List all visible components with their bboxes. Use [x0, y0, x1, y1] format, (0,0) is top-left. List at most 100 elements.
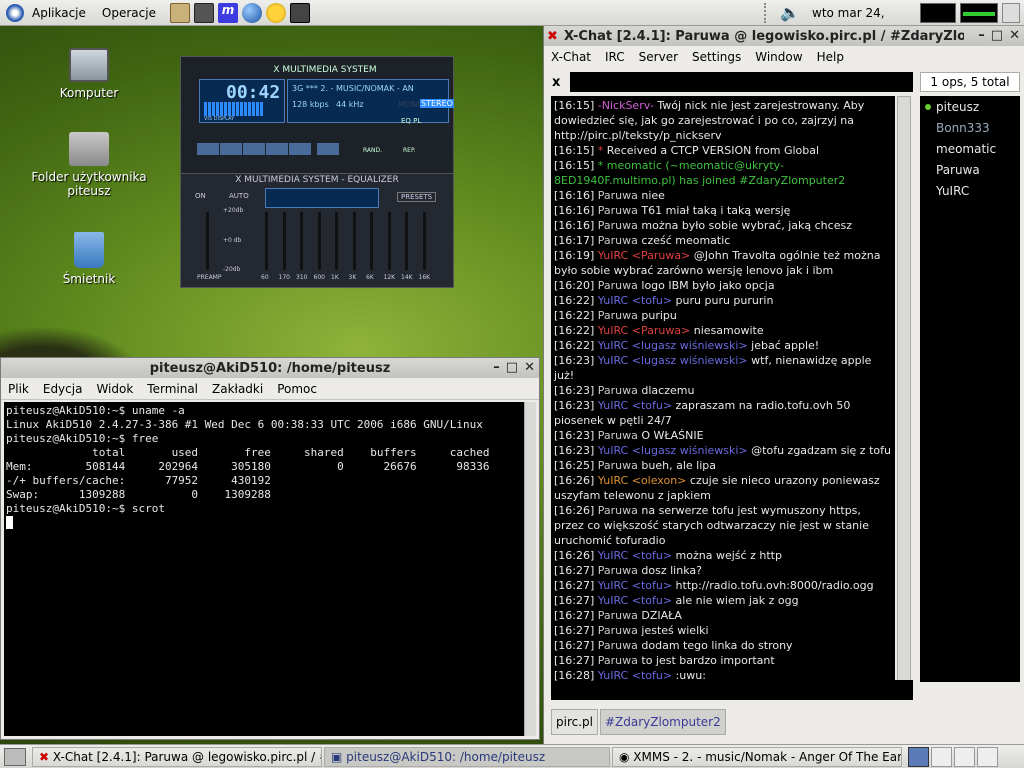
minimize-icon[interactable]: –	[493, 360, 500, 375]
eq-on-toggle[interactable]: ON	[195, 192, 206, 200]
message-time: [16:15]	[554, 159, 598, 172]
user-item[interactable]: Bonn333	[922, 119, 1018, 140]
user-item[interactable]: meomatic	[922, 140, 1018, 161]
places-menu[interactable]: Operacje	[94, 6, 164, 20]
nick-button[interactable]: Paruwa	[552, 683, 596, 697]
eq-band-label: 6K	[366, 274, 374, 281]
user-item[interactable]: piteusz	[922, 98, 1018, 119]
eq-band-slider[interactable]	[370, 212, 373, 270]
text-editor-launcher-icon[interactable]	[169, 2, 190, 23]
chat-message: [16:27] Paruwa to jest bardzo important	[554, 653, 892, 668]
prev-button[interactable]	[197, 143, 219, 155]
eq-band-slider[interactable]	[352, 212, 356, 270]
user-item[interactable]: YuIRC	[922, 182, 1018, 203]
menu-edycja[interactable]: Edycja	[36, 382, 90, 396]
user-list[interactable]: piteusz Bonn333 meomatic Paruwa YuIRC	[920, 96, 1020, 682]
xchat-icon: ✖	[39, 749, 53, 764]
eq-band-slider[interactable]	[387, 212, 391, 270]
chat-message: [16:27] YuIRC <tofu> http://radio.tofu.o…	[554, 578, 892, 593]
repeat-button[interactable]: REP.	[403, 147, 416, 154]
eject-button[interactable]	[317, 143, 339, 155]
pause-button[interactable]	[243, 143, 265, 155]
chat-launcher-icon[interactable]	[265, 2, 286, 23]
chat-message: [16:27] YuIRC <tofu> ale nie wiem jak z …	[554, 593, 892, 608]
close-icon[interactable]: ✕	[1009, 28, 1020, 43]
menu-pomoc[interactable]: Pomoc	[270, 382, 324, 396]
clock[interactable]: wto mar 24, 16:28	[812, 3, 916, 40]
message-time: [16:26]	[554, 474, 598, 487]
play-button[interactable]	[220, 143, 242, 155]
menu-widok[interactable]: Widok	[89, 382, 140, 396]
message-time: [16:17]	[554, 234, 598, 247]
maximize-icon[interactable]: □	[991, 28, 1003, 43]
eq-graph	[265, 188, 379, 208]
task-xchat[interactable]: ✖ X-Chat [2.4.1]: Paruwa @ legowisko.pir…	[32, 746, 322, 767]
task-xmms[interactable]: ◉ XMMS - 2. - music/Nomak - Anger Of The…	[612, 746, 902, 767]
menu-xchat[interactable]: X-Chat	[544, 50, 598, 64]
eq-band-label: 12K	[383, 274, 396, 281]
task-terminal[interactable]: ▣ piteusz@AkiD510: /home/piteusz	[324, 746, 610, 767]
next-button[interactable]	[289, 143, 311, 155]
menu-settings[interactable]: Settings	[685, 50, 748, 64]
menu-zakladki[interactable]: Zakładki	[205, 382, 270, 396]
message-nick: Paruwa	[597, 309, 642, 322]
volume-icon[interactable]: 🔈	[780, 3, 800, 23]
menu-plik[interactable]: Plik	[1, 382, 36, 396]
eq-band-slider[interactable]	[282, 212, 286, 270]
menu-window[interactable]: Window	[748, 50, 809, 64]
workspace-switcher[interactable]	[908, 746, 998, 767]
message-time: [16:23]	[554, 444, 598, 457]
playlist-toggle[interactable]: PL	[413, 117, 421, 125]
menu-terminal[interactable]: Terminal	[140, 382, 205, 396]
menu-irc[interactable]: IRC	[598, 50, 632, 64]
eq-band-label: 60	[261, 274, 269, 281]
terminal-scrollbar[interactable]	[524, 402, 536, 736]
eq-band-slider[interactable]	[265, 212, 268, 270]
eq-toggle[interactable]: EQ	[401, 117, 411, 125]
menu-help[interactable]: Help	[810, 50, 851, 64]
desktop-icon-trash[interactable]: Śmietnik	[29, 232, 149, 286]
stop-button[interactable]	[266, 143, 288, 155]
eq-band-slider[interactable]	[300, 212, 303, 270]
keyboard-indicator[interactable]	[1002, 3, 1020, 23]
eq-band-slider[interactable]	[317, 212, 321, 270]
desktop-icon-computer[interactable]: Komputer	[29, 48, 149, 100]
chat-log[interactable]: [16:15] -NickServ- Twój nick nie jest za…	[551, 96, 895, 700]
maximize-icon[interactable]: □	[506, 360, 518, 375]
terminal-launcher-icon[interactable]	[193, 2, 214, 23]
terminal-output[interactable]: piteusz@AkiD510:~$ uname -a Linux AkiD510…	[4, 402, 524, 736]
user-item[interactable]: Paruwa	[922, 161, 1018, 182]
xchat-titlebar[interactable]: ✖ X-Chat [2.4.1]: Paruwa @ legowisko.pir…	[544, 26, 1024, 46]
desktop-icon-home-folder[interactable]: Folder użytkownika piteusz	[29, 132, 149, 198]
message-nick: YuIRC <lugasz wiśniewski>	[597, 354, 752, 367]
user-name: YuIRC	[936, 184, 970, 198]
m-launcher-icon[interactable]: m	[217, 2, 238, 23]
tab-channel[interactable]: #ZdaryZlomputer2	[599, 709, 726, 735]
message-time: [16:16]	[554, 204, 598, 217]
preamp-slider[interactable]	[206, 212, 209, 270]
gnome-foot-icon[interactable]	[6, 3, 24, 22]
chat-message: [16:27] Paruwa dodam tego linka do stron…	[554, 638, 892, 653]
xmms-controls	[197, 143, 311, 155]
close-icon[interactable]: ✕	[524, 360, 535, 375]
message-time: [16:23]	[554, 354, 598, 367]
eq-auto-toggle[interactable]: AUTO	[229, 192, 249, 200]
topic-input[interactable]	[570, 72, 913, 92]
eq-band-slider[interactable]	[335, 212, 338, 270]
eq-band-slider[interactable]	[422, 212, 426, 270]
chat-scrollbar[interactable]	[897, 96, 911, 700]
tab-server[interactable]: pirc.pl	[551, 709, 598, 735]
eq-presets-button[interactable]: PRESETS	[397, 192, 437, 202]
shuffle-button[interactable]: RAND.	[363, 147, 382, 154]
close-tab-button[interactable]: x	[552, 75, 560, 90]
menu-server[interactable]: Server	[632, 50, 685, 64]
terminal-titlebar[interactable]: piteusz@AkiD510: /home/piteusz – □ ✕	[1, 358, 539, 378]
user-name: Bonn333	[936, 121, 990, 135]
browser-launcher-icon[interactable]	[241, 2, 262, 23]
show-desktop-icon[interactable]	[4, 747, 26, 766]
eq-band-slider[interactable]	[405, 212, 408, 270]
xchat-launcher-icon[interactable]	[289, 2, 310, 23]
minimize-icon[interactable]: –	[978, 28, 985, 43]
applications-menu[interactable]: Aplikacje	[24, 6, 94, 20]
message-input[interactable]	[602, 680, 913, 700]
